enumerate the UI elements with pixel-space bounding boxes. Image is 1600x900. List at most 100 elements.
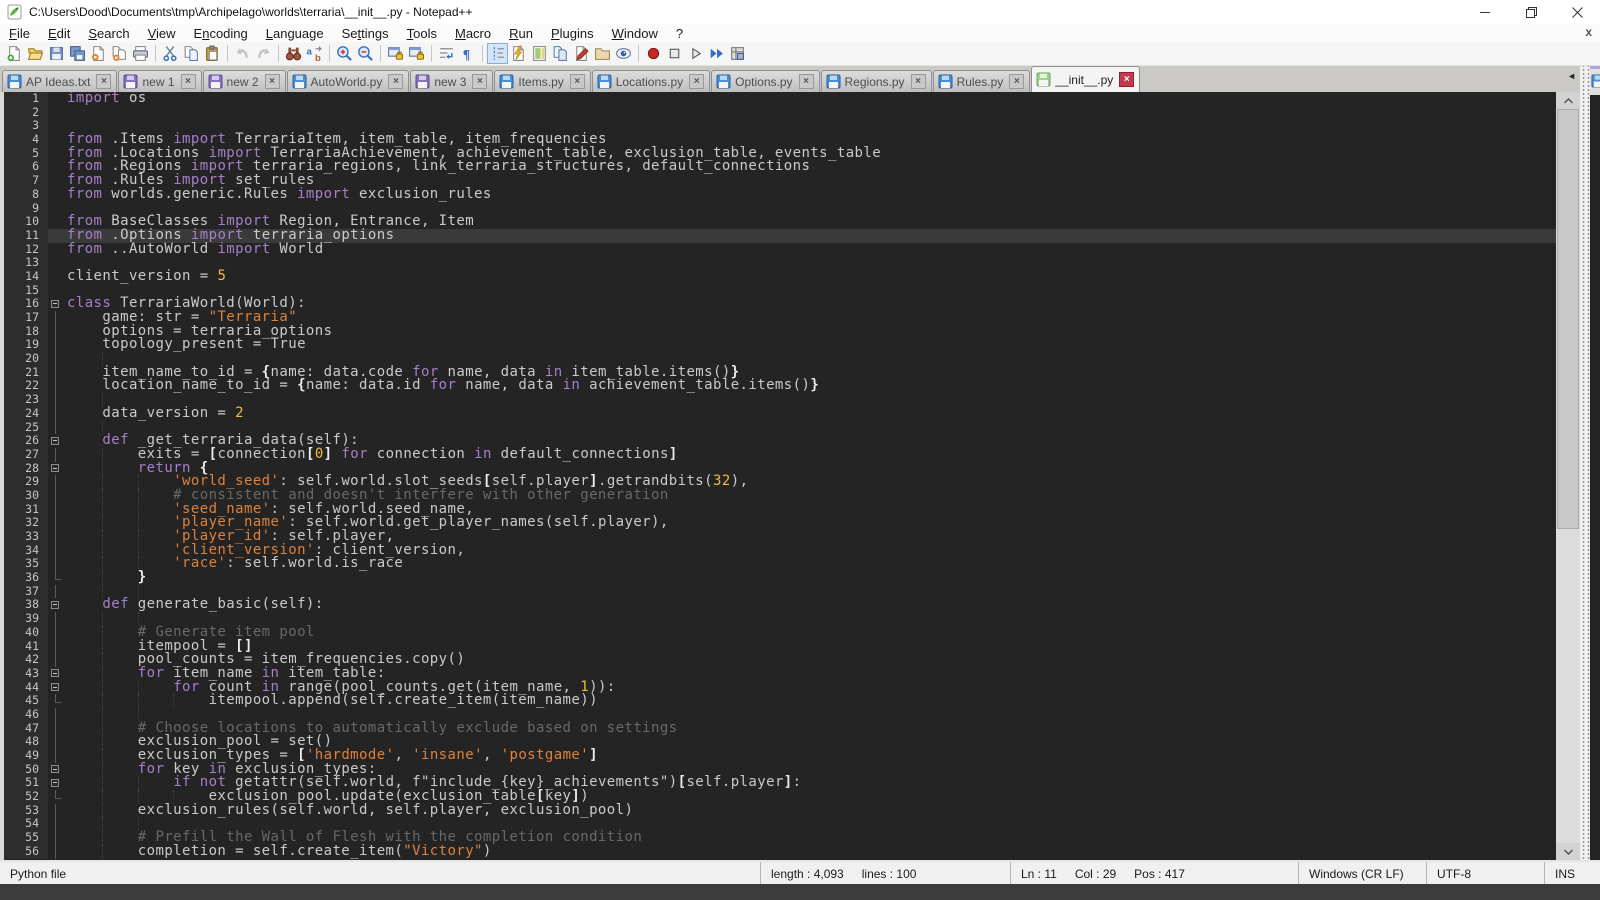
tab-close-icon[interactable]: × bbox=[799, 74, 814, 89]
doc-map-icon[interactable] bbox=[529, 43, 550, 64]
zoom-out-icon[interactable] bbox=[355, 43, 376, 64]
fold-collapse-icon[interactable] bbox=[51, 765, 59, 773]
tab-items-py[interactable]: Items.py× bbox=[494, 70, 590, 92]
find-icon[interactable] bbox=[283, 43, 304, 64]
status-insert-mode[interactable]: INS bbox=[1544, 862, 1600, 886]
tab-close-icon[interactable]: × bbox=[388, 74, 403, 89]
fold-margin[interactable] bbox=[48, 681, 64, 695]
menu-close-icon[interactable]: x bbox=[1585, 25, 1592, 39]
undo-icon[interactable] bbox=[232, 43, 253, 64]
tab-close-icon[interactable]: × bbox=[265, 74, 280, 89]
fold-margin[interactable] bbox=[48, 434, 64, 448]
show-all-chars-icon[interactable]: ¶ bbox=[457, 43, 478, 64]
macro-save-icon[interactable] bbox=[727, 43, 748, 64]
menu-run[interactable]: Run bbox=[500, 25, 542, 42]
tab-close-icon[interactable]: × bbox=[1009, 74, 1024, 89]
fold-collapse-icon[interactable] bbox=[51, 779, 59, 787]
tab-new-3[interactable]: new 3× bbox=[410, 70, 493, 92]
print-icon[interactable] bbox=[130, 43, 151, 64]
tab-autoworld-py[interactable]: AutoWorld.py× bbox=[287, 70, 410, 92]
code-line[interactable]: 13 bbox=[4, 256, 1556, 270]
fold-margin[interactable] bbox=[48, 462, 64, 476]
vertical-scrollbar[interactable] bbox=[1556, 92, 1580, 860]
code-line[interactable]: 24 data_version = 2 bbox=[4, 407, 1556, 421]
tab-close-icon[interactable]: × bbox=[472, 74, 487, 89]
menu-macro[interactable]: Macro bbox=[446, 25, 500, 42]
fold-collapse-icon[interactable] bbox=[51, 669, 59, 677]
dock-splitter-grip[interactable] bbox=[1580, 66, 1590, 884]
open-file-icon[interactable] bbox=[25, 43, 46, 64]
sync-horizontal-icon[interactable] bbox=[406, 43, 427, 64]
menu-window[interactable]: Window bbox=[603, 25, 667, 42]
code-line[interactable]: 19 topology_present = True bbox=[4, 338, 1556, 352]
fold-margin[interactable] bbox=[48, 297, 64, 311]
tab-regions-py[interactable]: Regions.py× bbox=[821, 70, 932, 92]
fold-margin[interactable] bbox=[48, 598, 64, 612]
save-icon[interactable] bbox=[46, 43, 67, 64]
code-line[interactable]: 1import os bbox=[4, 92, 1556, 106]
macro-run-multi-icon[interactable] bbox=[706, 43, 727, 64]
code-line[interactable]: 38 def generate_basic(self): bbox=[4, 598, 1556, 612]
fold-margin[interactable] bbox=[48, 667, 64, 681]
tab-ap-ideas-txt[interactable]: AP Ideas.txt× bbox=[2, 70, 117, 92]
word-wrap-icon[interactable] bbox=[436, 43, 457, 64]
tab-options-py[interactable]: Options.py× bbox=[711, 70, 819, 92]
code-line[interactable]: 2 bbox=[4, 106, 1556, 120]
cut-icon[interactable] bbox=[160, 43, 181, 64]
code-line[interactable]: 27 exits = [connection[0] for connection… bbox=[4, 448, 1556, 462]
tab-scroll-left-icon[interactable]: ◄ bbox=[1567, 71, 1576, 81]
menu-view[interactable]: View bbox=[139, 25, 185, 42]
macro-play-icon[interactable] bbox=[685, 43, 706, 64]
tab-close-icon[interactable]: × bbox=[570, 74, 585, 89]
code-line[interactable]: 45 itempool.append(self.create_item(item… bbox=[4, 694, 1556, 708]
redo-icon[interactable] bbox=[253, 43, 274, 64]
code-line[interactable]: 14client_version = 5 bbox=[4, 270, 1556, 284]
menu-edit[interactable]: Edit bbox=[39, 25, 79, 42]
scrollbar-thumb[interactable] bbox=[1557, 109, 1579, 529]
tab-locations-py[interactable]: Locations.py× bbox=[592, 70, 710, 92]
fold-collapse-icon[interactable] bbox=[51, 300, 59, 308]
zoom-in-icon[interactable] bbox=[334, 43, 355, 64]
code-line[interactable]: 56 completion = self.create_item("Victor… bbox=[4, 845, 1556, 859]
close-all-icon[interactable] bbox=[109, 43, 130, 64]
menu-search[interactable]: Search bbox=[79, 25, 138, 42]
macro-stop-icon[interactable] bbox=[664, 43, 685, 64]
menu-file[interactable]: File bbox=[0, 25, 39, 42]
doc-list-icon[interactable] bbox=[550, 43, 571, 64]
code-line[interactable]: 35 'race': self.world.is_race bbox=[4, 557, 1556, 571]
close-button[interactable] bbox=[1554, 0, 1600, 24]
code-area[interactable]: 1import os234from .Items import Terraria… bbox=[4, 92, 1556, 860]
save-all-icon[interactable] bbox=[67, 43, 88, 64]
tab-close-icon[interactable]: × bbox=[96, 74, 111, 89]
paste-icon[interactable] bbox=[202, 43, 223, 64]
code-line[interactable]: 8from worlds.generic.Rules import exclus… bbox=[4, 188, 1556, 202]
tab-close-icon[interactable]: × bbox=[689, 74, 704, 89]
menu-language[interactable]: Language bbox=[257, 25, 333, 42]
menu-?[interactable]: ? bbox=[667, 25, 692, 42]
code-line[interactable]: 53 exclusion_rules(self.world, self.play… bbox=[4, 804, 1556, 818]
menu-settings[interactable]: Settings bbox=[333, 25, 398, 42]
tab-close-icon[interactable]: × bbox=[1119, 72, 1134, 87]
editor[interactable]: 1import os234from .Items import Terraria… bbox=[0, 92, 1580, 860]
eye-icon[interactable] bbox=[613, 43, 634, 64]
tab-close-icon[interactable]: × bbox=[911, 74, 926, 89]
folder-workspace-icon[interactable] bbox=[571, 43, 592, 64]
scroll-up-arrow[interactable] bbox=[1556, 92, 1580, 109]
minimize-button[interactable] bbox=[1462, 0, 1508, 24]
fold-collapse-icon[interactable] bbox=[51, 601, 59, 609]
macro-record-icon[interactable] bbox=[643, 43, 664, 64]
code-line[interactable]: 36 } bbox=[4, 571, 1556, 585]
code-line[interactable]: 12from ..AutoWorld import World bbox=[4, 243, 1556, 257]
second-view-tab[interactable] bbox=[1590, 66, 1600, 95]
restore-button[interactable] bbox=[1508, 0, 1554, 24]
fold-margin[interactable] bbox=[48, 776, 64, 790]
menu-tools[interactable]: Tools bbox=[398, 25, 446, 42]
fold-collapse-icon[interactable] bbox=[51, 683, 59, 691]
indent-guide-icon[interactable] bbox=[487, 43, 508, 64]
code-line[interactable]: 22 location_name_to_id = {name: data.id … bbox=[4, 379, 1556, 393]
tab-__init__-py[interactable]: __init__.py× bbox=[1031, 66, 1140, 92]
tab-close-icon[interactable]: × bbox=[181, 74, 196, 89]
tab-new-1[interactable]: new 1× bbox=[118, 70, 201, 92]
copy-icon[interactable] bbox=[181, 43, 202, 64]
tab-new-2[interactable]: new 2× bbox=[203, 70, 286, 92]
